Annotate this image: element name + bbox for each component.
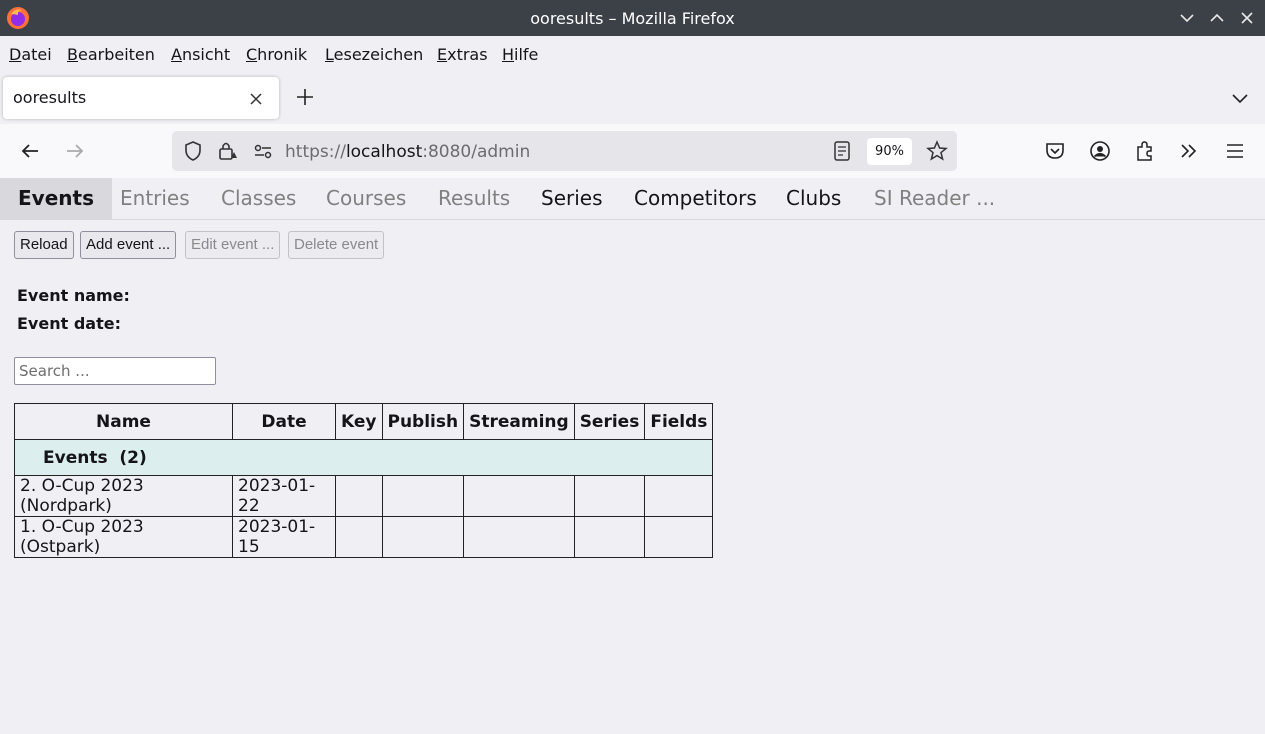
tab-competitors[interactable]: Competitors	[616, 178, 775, 219]
cell-key	[335, 516, 383, 558]
window-title: ooresults – Mozilla Firefox	[530, 9, 735, 28]
tab-entries[interactable]: Entries	[102, 178, 208, 219]
cell-date: 2023-01-22	[232, 475, 336, 517]
delete-event-button[interactable]: Delete event	[288, 231, 385, 259]
tab-clubs[interactable]: Clubs	[768, 178, 859, 219]
overflow-icon[interactable]	[1177, 139, 1201, 163]
add-event-button[interactable]: Add event ...	[80, 231, 177, 259]
events-table: Name Date Key Publish Streaming Series F…	[13, 403, 714, 558]
menu-datei[interactable]: Datei	[9, 45, 52, 64]
new-tab-icon[interactable]	[294, 86, 316, 113]
column-header-key[interactable]: Key	[335, 403, 383, 440]
zoom-level-button[interactable]: 90%	[867, 138, 912, 165]
hamburger-menu-icon[interactable]	[1223, 139, 1247, 163]
maximize-icon[interactable]	[1206, 7, 1228, 29]
table-group-row[interactable]: Events (2)	[13, 439, 714, 476]
cell-streaming	[463, 475, 575, 517]
menu-hilfe[interactable]: Hilfe	[502, 45, 538, 64]
cell-publish	[381, 475, 465, 517]
tab-si-reader[interactable]: SI Reader ...	[856, 178, 1013, 219]
column-header-series[interactable]: Series	[573, 403, 646, 440]
url-text[interactable]: https://localhost:8080/admin	[285, 142, 530, 162]
app-tab-bar: Events Entries Classes Courses Results S…	[0, 178, 1265, 220]
shield-icon[interactable]	[181, 139, 205, 163]
menu-bar: Datei Bearbeiten Ansicht Chronik Lesezei…	[0, 36, 1265, 72]
back-icon[interactable]	[18, 139, 42, 163]
column-header-date[interactable]: Date	[232, 403, 336, 440]
event-date-label: Event date:	[17, 314, 121, 333]
lock-icon[interactable]	[215, 139, 239, 163]
browser-tab[interactable]: ooresults	[3, 77, 279, 119]
tab-classes[interactable]: Classes	[203, 178, 314, 219]
tab-courses[interactable]: Courses	[308, 178, 424, 219]
table-row[interactable]: 1. O-Cup 2023 (Ostpark) 2023-01-15	[14, 516, 714, 558]
group-label: Events (2)	[13, 439, 714, 476]
navigation-toolbar: https://localhost:8080/admin 90%	[0, 124, 1265, 178]
cell-streaming	[463, 516, 575, 558]
menu-ansicht[interactable]: Ansicht	[171, 45, 230, 64]
permissions-icon[interactable]	[251, 139, 275, 163]
column-header-streaming[interactable]: Streaming	[463, 403, 575, 440]
tab-events[interactable]: Events	[0, 178, 112, 219]
tab-series[interactable]: Series	[523, 178, 621, 219]
cell-name: 2. O-Cup 2023 (Nordpark)	[14, 475, 233, 517]
column-header-fields[interactable]: Fields	[644, 403, 714, 440]
reader-view-icon[interactable]	[830, 139, 854, 163]
account-icon[interactable]	[1088, 139, 1112, 163]
menu-chronik[interactable]: Chronik	[246, 45, 307, 64]
menu-bearbeiten[interactable]: Bearbeiten	[67, 45, 155, 64]
cell-publish	[381, 516, 465, 558]
extensions-icon[interactable]	[1133, 139, 1157, 163]
bookmark-star-icon[interactable]	[925, 139, 949, 163]
window-titlebar: ooresults – Mozilla Firefox	[0, 0, 1265, 36]
cell-date: 2023-01-15	[232, 516, 336, 558]
cell-fields	[644, 475, 714, 517]
edit-event-button[interactable]: Edit event ...	[185, 231, 281, 259]
tab-results[interactable]: Results	[420, 178, 528, 219]
cell-series	[573, 475, 646, 517]
minimize-icon[interactable]	[1176, 7, 1198, 29]
forward-icon[interactable]	[63, 139, 87, 163]
url-bar[interactable]: https://localhost:8080/admin 90%	[172, 131, 957, 171]
close-icon[interactable]	[1236, 7, 1258, 29]
cell-name: 1. O-Cup 2023 (Ostpark)	[14, 516, 233, 558]
cell-fields	[644, 516, 714, 558]
cell-key	[335, 475, 383, 517]
table-header-row: Name Date Key Publish Streaming Series F…	[14, 403, 714, 440]
cell-series	[573, 516, 646, 558]
search-input[interactable]	[14, 357, 216, 385]
table-row[interactable]: 2. O-Cup 2023 (Nordpark) 2023-01-22	[14, 475, 714, 517]
browser-tab-title: ooresults	[13, 88, 87, 107]
pocket-icon[interactable]	[1043, 139, 1067, 163]
event-name-label: Event name:	[17, 286, 130, 305]
tab-strip: ooresults	[0, 72, 1265, 124]
column-header-name[interactable]: Name	[14, 403, 233, 440]
list-tabs-icon[interactable]	[1228, 86, 1252, 110]
tab-close-icon[interactable]	[249, 87, 263, 111]
reload-button[interactable]: Reload	[14, 231, 74, 259]
menu-lesezeichen[interactable]: Lesezeichen	[325, 45, 423, 64]
menu-extras[interactable]: Extras	[437, 45, 488, 64]
column-header-publish[interactable]: Publish	[381, 403, 465, 440]
page-content: Events Entries Classes Courses Results S…	[0, 178, 1265, 734]
